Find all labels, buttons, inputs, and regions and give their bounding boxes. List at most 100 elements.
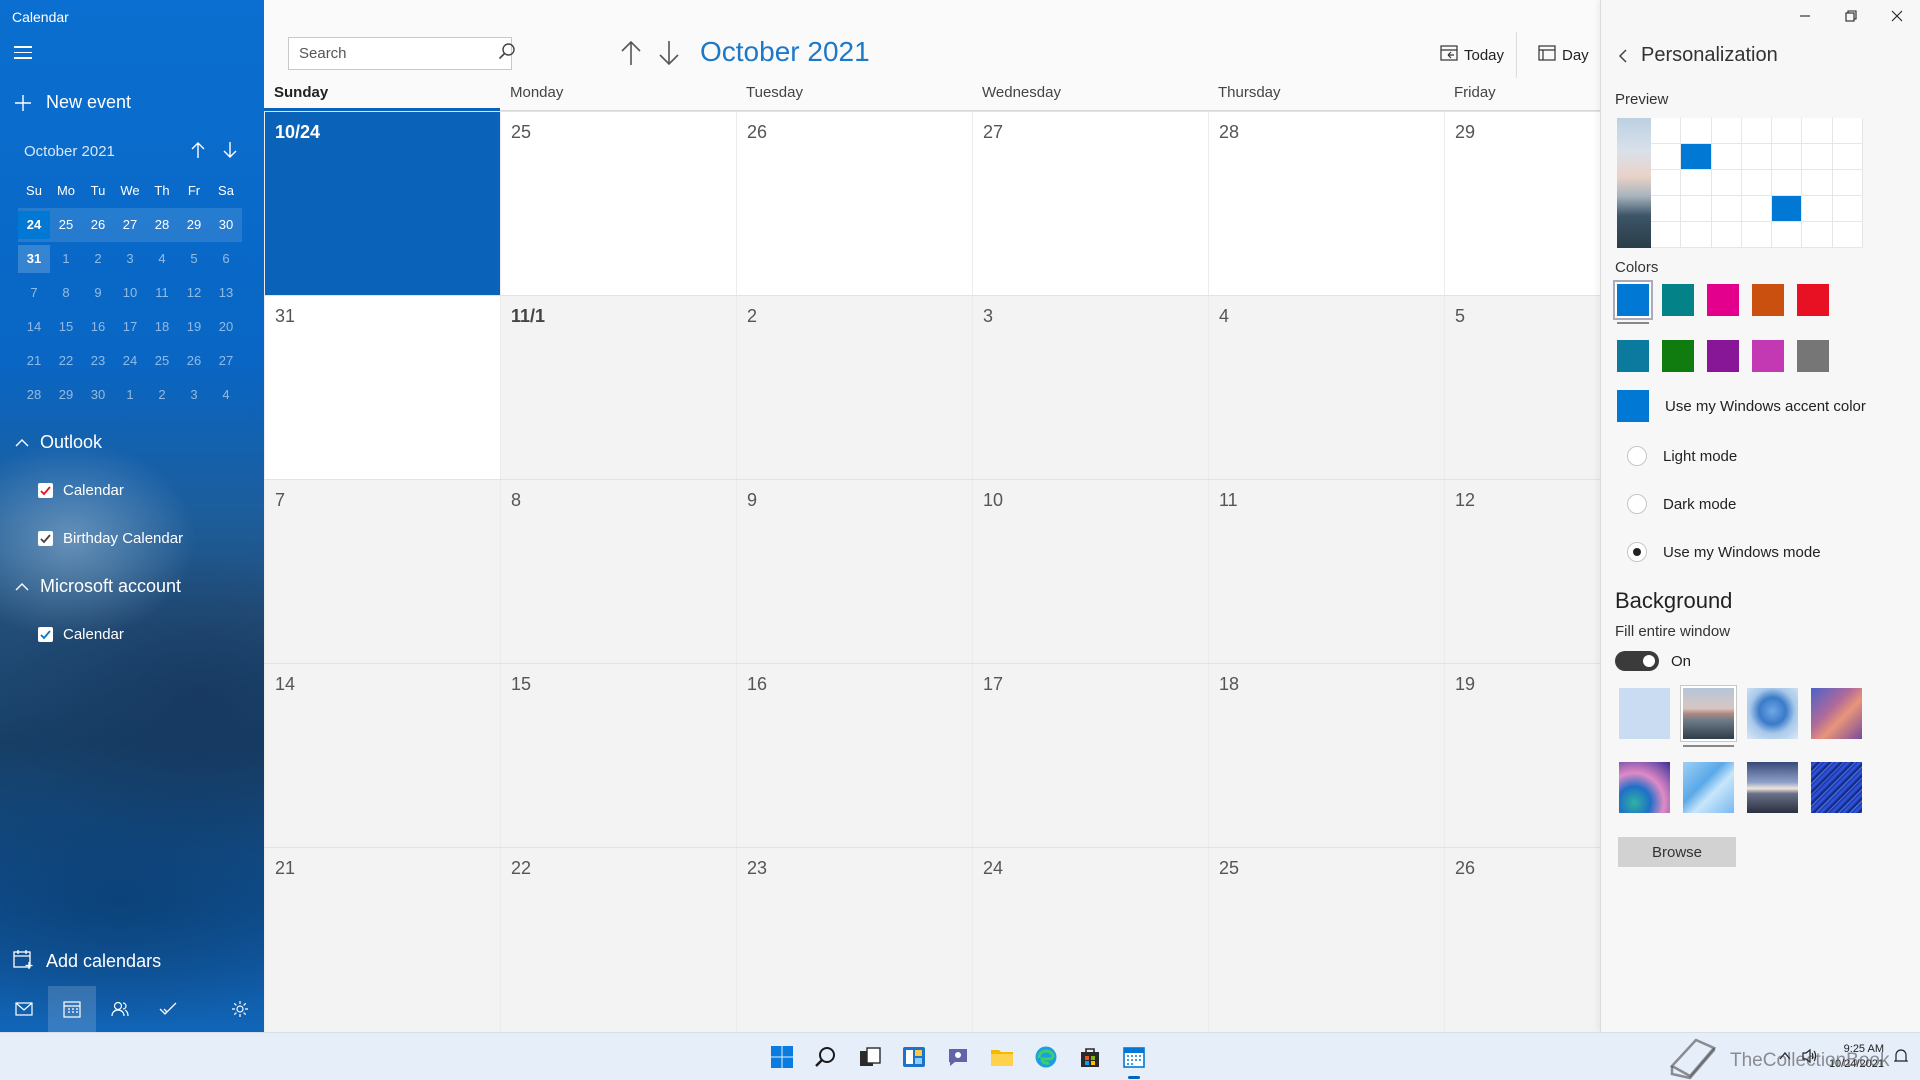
task-view-icon[interactable]	[854, 1041, 886, 1073]
mini-day[interactable]: 2	[146, 381, 178, 409]
background-thumb-lake[interactable]	[1747, 762, 1798, 813]
background-thumb-mountain[interactable]	[1681, 686, 1736, 747]
mini-day[interactable]: 25	[50, 211, 82, 239]
restore-icon[interactable]	[1828, 0, 1874, 32]
back-arrow-icon[interactable]	[1617, 48, 1629, 69]
day-cell[interactable]: 22	[500, 848, 736, 1032]
browse-button[interactable]: Browse	[1618, 837, 1736, 867]
mini-day[interactable]: 6	[210, 245, 242, 273]
color-swatch-wrapper[interactable]	[1752, 284, 1784, 324]
accent-color-swatch[interactable]	[1617, 390, 1649, 422]
search-input[interactable]	[299, 45, 498, 62]
checkbox-icon[interactable]	[38, 483, 53, 498]
next-month-icon[interactable]	[658, 40, 680, 71]
day-cell[interactable]: 23	[736, 848, 972, 1032]
radio-button-selected[interactable]	[1627, 542, 1647, 562]
hamburger-menu-icon[interactable]	[14, 46, 32, 60]
color-swatch-blue[interactable]	[1615, 282, 1651, 318]
day-cell[interactable]: 2	[736, 296, 972, 480]
checkbox-icon[interactable]	[38, 531, 53, 546]
search-icon[interactable]	[498, 42, 516, 65]
mini-day[interactable]: 10	[114, 279, 146, 307]
people-icon[interactable]	[96, 986, 144, 1032]
calendar-icon[interactable]	[48, 986, 96, 1032]
radio-button[interactable]	[1627, 494, 1647, 514]
calendar-app-icon[interactable]	[1118, 1041, 1150, 1079]
mini-day[interactable]: 26	[82, 211, 114, 239]
mini-day[interactable]: 3	[178, 381, 210, 409]
mini-day[interactable]: 13	[210, 279, 242, 307]
day-cell[interactable]: 17	[972, 664, 1208, 848]
clock[interactable]: 9:25 AM 10/24/2021	[1829, 1042, 1884, 1072]
mini-day[interactable]: 21	[18, 347, 50, 375]
mini-day[interactable]: 5	[178, 245, 210, 273]
mini-day[interactable]: 17	[114, 313, 146, 341]
day-cell[interactable]: 10	[972, 480, 1208, 664]
mini-day-today[interactable]: 24	[18, 211, 50, 239]
windows-start-icon[interactable]	[766, 1041, 798, 1073]
day-cell[interactable]: 11/1	[500, 296, 736, 480]
color-swatch-orange[interactable]	[1752, 284, 1784, 316]
color-swatch-selected[interactable]	[1615, 282, 1651, 324]
widgets-icon[interactable]	[898, 1041, 930, 1073]
day-cell[interactable]: 9	[736, 480, 972, 664]
day-cell[interactable]: 24	[972, 848, 1208, 1032]
day-cell[interactable]: 11	[1208, 480, 1444, 664]
mini-prev-month-icon[interactable]	[190, 141, 206, 164]
mini-day[interactable]: 1	[114, 381, 146, 409]
mini-day[interactable]: 2	[82, 245, 114, 273]
radio-button[interactable]	[1627, 446, 1647, 466]
chevron-up-icon[interactable]	[1779, 1050, 1791, 1064]
color-swatch-green[interactable]	[1662, 340, 1694, 372]
mini-day[interactable]: 31	[18, 245, 50, 273]
day-cell[interactable]: 26	[736, 112, 972, 296]
background-thumb-canyon[interactable]	[1811, 688, 1862, 739]
today-button[interactable]: Today	[1440, 44, 1504, 66]
add-calendars-button[interactable]: Add calendars	[12, 948, 161, 975]
dark-mode-option[interactable]: Dark mode	[1627, 494, 1736, 514]
group-outlook[interactable]: Outlook	[14, 432, 102, 453]
mini-next-month-icon[interactable]	[222, 141, 238, 164]
color-swatch-wrapper[interactable]	[1797, 284, 1829, 324]
mini-day[interactable]: 28	[146, 211, 178, 239]
fill-window-toggle[interactable]: On	[1615, 651, 1691, 671]
mini-day[interactable]: 29	[178, 211, 210, 239]
day-cell[interactable]: 5	[1444, 296, 1600, 480]
color-swatch-red[interactable]	[1797, 284, 1829, 316]
day-cell[interactable]: 7	[264, 480, 500, 664]
day-cell[interactable]: 4	[1208, 296, 1444, 480]
mini-day[interactable]: 3	[114, 245, 146, 273]
mini-day[interactable]: 30	[82, 381, 114, 409]
color-swatch-wrapper[interactable]	[1707, 284, 1739, 324]
minimize-icon[interactable]	[1782, 0, 1828, 32]
mini-day[interactable]: 7	[18, 279, 50, 307]
mini-day[interactable]: 20	[210, 313, 242, 341]
background-thumb-tree[interactable]	[1747, 688, 1798, 739]
volume-icon[interactable]	[1801, 1048, 1819, 1067]
calendar-item-microsoft-calendar[interactable]: Calendar	[38, 626, 124, 643]
day-view-button[interactable]: Day	[1538, 44, 1589, 66]
day-cell[interactable]: 21	[264, 848, 500, 1032]
todo-icon[interactable]	[144, 986, 192, 1032]
day-cell[interactable]: 3	[972, 296, 1208, 480]
day-cell[interactable]: 28	[1208, 112, 1444, 296]
color-swatch-cyan[interactable]	[1617, 340, 1649, 372]
mini-day[interactable]: 4	[146, 245, 178, 273]
mini-day[interactable]: 11	[146, 279, 178, 307]
mini-day[interactable]: 26	[178, 347, 210, 375]
calendar-item-birthday-calendar[interactable]: Birthday Calendar	[38, 530, 183, 547]
file-explorer-icon[interactable]	[986, 1041, 1018, 1073]
mini-day[interactable]: 16	[82, 313, 114, 341]
day-cell-today[interactable]: 10/24	[264, 112, 500, 296]
mini-day[interactable]: 19	[178, 313, 210, 341]
mini-day[interactable]: 25	[146, 347, 178, 375]
light-mode-option[interactable]: Light mode	[1627, 446, 1737, 466]
day-cell[interactable]: 31	[264, 296, 500, 480]
background-thumb-prism[interactable]	[1683, 762, 1734, 813]
mini-calendar-month[interactable]: October 2021	[24, 143, 115, 160]
mini-day[interactable]: 1	[50, 245, 82, 273]
color-swatch-wrapper[interactable]	[1662, 284, 1694, 324]
search-box[interactable]	[288, 37, 515, 70]
mini-day[interactable]: 28	[18, 381, 50, 409]
month-title[interactable]: October 2021	[700, 36, 870, 68]
